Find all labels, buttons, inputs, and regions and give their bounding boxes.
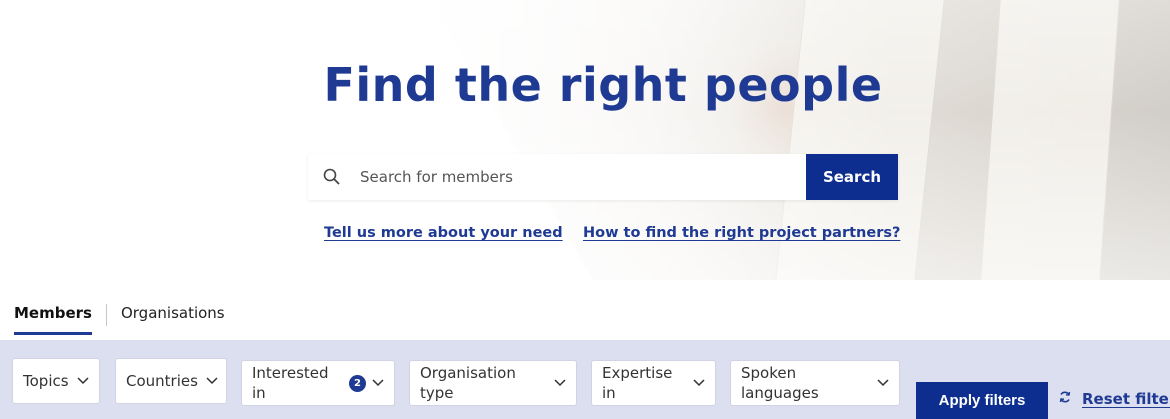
- chevron-down-icon: [554, 377, 566, 389]
- chevron-down-icon: [372, 377, 384, 389]
- chevron-down-icon: [77, 375, 89, 387]
- chevron-down-icon: [693, 377, 705, 389]
- tab-divider: [105, 304, 107, 326]
- find-partners-link[interactable]: How to find the right project partners?: [583, 225, 900, 241]
- chevron-down-icon: [877, 377, 889, 389]
- search-bar: Search: [308, 154, 898, 200]
- filter-spoken-languages-label: Spoken languages: [741, 364, 819, 402]
- search-icon: [322, 167, 342, 187]
- filter-expertise-in[interactable]: Expertise in: [591, 360, 716, 406]
- filter-organisation-type-label: Organisation type: [420, 364, 516, 402]
- search-input[interactable]: [360, 154, 806, 200]
- filter-interested-in[interactable]: Interested in 2: [241, 360, 395, 406]
- reset-filters-button[interactable]: Reset filters: [1058, 390, 1170, 408]
- reset-icon: [1058, 390, 1072, 408]
- page-title: Find the right people: [323, 58, 883, 112]
- filter-countries[interactable]: Countries: [115, 358, 227, 404]
- tab-members[interactable]: Members: [14, 304, 92, 335]
- search-button[interactable]: Search: [806, 154, 898, 200]
- filter-organisation-type[interactable]: Organisation type: [409, 360, 577, 406]
- filter-interested-in-label: Interested in: [252, 364, 329, 402]
- result-tabs: Members Organisations: [14, 304, 225, 340]
- chevron-down-icon: [206, 375, 218, 387]
- filter-topics[interactable]: Topics: [12, 358, 100, 404]
- filter-topics-label: Topics: [23, 372, 69, 390]
- apply-filters-button[interactable]: Apply filters: [916, 382, 1048, 419]
- tab-organisations[interactable]: Organisations: [121, 304, 225, 332]
- filter-spoken-languages[interactable]: Spoken languages: [730, 360, 900, 406]
- filter-countries-label: Countries: [126, 372, 198, 390]
- hero-section: Find the right people Search Tell us mor…: [0, 0, 1170, 280]
- reset-filters-label: Reset filters: [1082, 390, 1170, 408]
- selection-count-badge: 2: [349, 374, 366, 392]
- tell-us-more-link[interactable]: Tell us more about your need: [324, 225, 563, 241]
- filter-expertise-in-label: Expertise in: [602, 364, 673, 402]
